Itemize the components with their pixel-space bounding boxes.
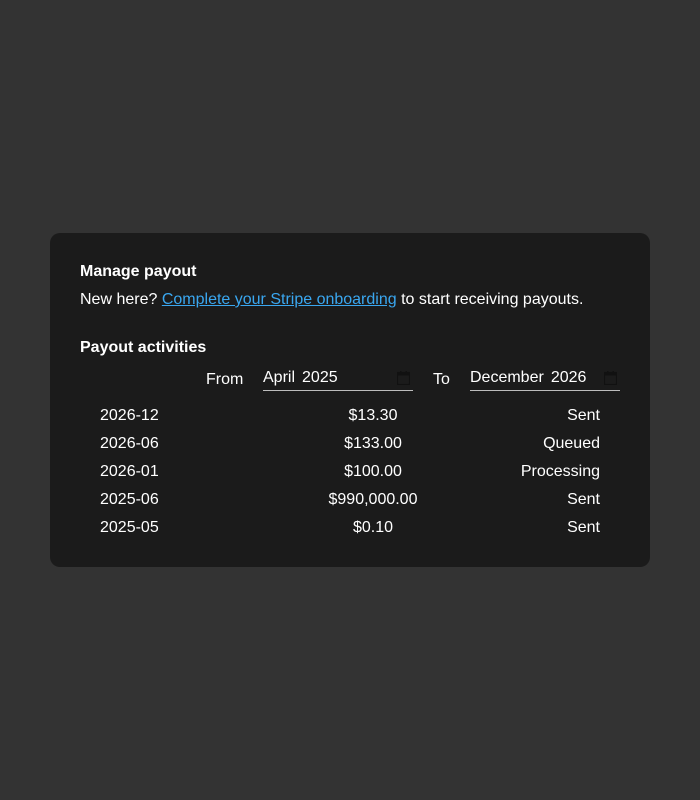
payout-amount: $0.10 <box>352 519 394 536</box>
payout-date: 2025-06 <box>100 491 159 508</box>
table-row: 2026-12 $13.30 Sent <box>80 406 600 426</box>
from-month-value[interactable]: April <box>263 367 295 389</box>
to-year-value[interactable]: 2026 <box>551 367 587 389</box>
payout-status: Sent <box>567 407 600 424</box>
stripe-onboarding-link[interactable]: Complete your Stripe onboarding <box>162 291 397 308</box>
payout-status: Processing <box>520 463 600 480</box>
payout-amount: $990,000.00 <box>328 491 418 508</box>
payout-amount: $133.00 <box>344 435 402 452</box>
payout-date: 2026-06 <box>100 435 159 452</box>
payout-card: Manage payout New here? Complete your St… <box>50 233 650 567</box>
intro-prefix: New here? <box>80 291 158 308</box>
from-label: From <box>206 371 244 388</box>
to-label: To <box>433 371 450 388</box>
payout-amount: $100.00 <box>344 463 402 480</box>
from-date-input[interactable]: April 2025 <box>263 366 413 391</box>
to-date-input[interactable]: December 2026 <box>470 366 620 391</box>
payout-date: 2026-01 <box>100 463 159 480</box>
payout-amount: $13.30 <box>348 407 398 424</box>
payout-status: Queued <box>543 435 600 452</box>
from-year-value[interactable]: 2025 <box>302 367 338 389</box>
manage-payout-title: Manage payout <box>80 263 197 280</box>
payout-activities-title: Payout activities <box>80 339 207 356</box>
table-row: 2026-06 $133.00 Queued <box>80 434 600 454</box>
table-row: 2026-01 $100.00 Processing <box>80 462 600 482</box>
payout-date: 2026-12 <box>100 407 159 424</box>
calendar-icon[interactable] <box>604 371 617 385</box>
intro-suffix: to start receiving payouts. <box>401 291 584 308</box>
calendar-icon[interactable] <box>397 371 410 385</box>
to-month-value[interactable]: December <box>470 367 544 389</box>
table-row: 2025-06 $990,000.00 Sent <box>80 490 600 510</box>
table-row: 2025-05 $0.10 Sent <box>80 518 600 538</box>
payout-date: 2025-05 <box>100 519 159 536</box>
payout-status: Sent <box>567 519 600 536</box>
onboarding-message: New here? Complete your Stripe onboardin… <box>80 290 583 310</box>
payout-status: Sent <box>567 491 600 508</box>
